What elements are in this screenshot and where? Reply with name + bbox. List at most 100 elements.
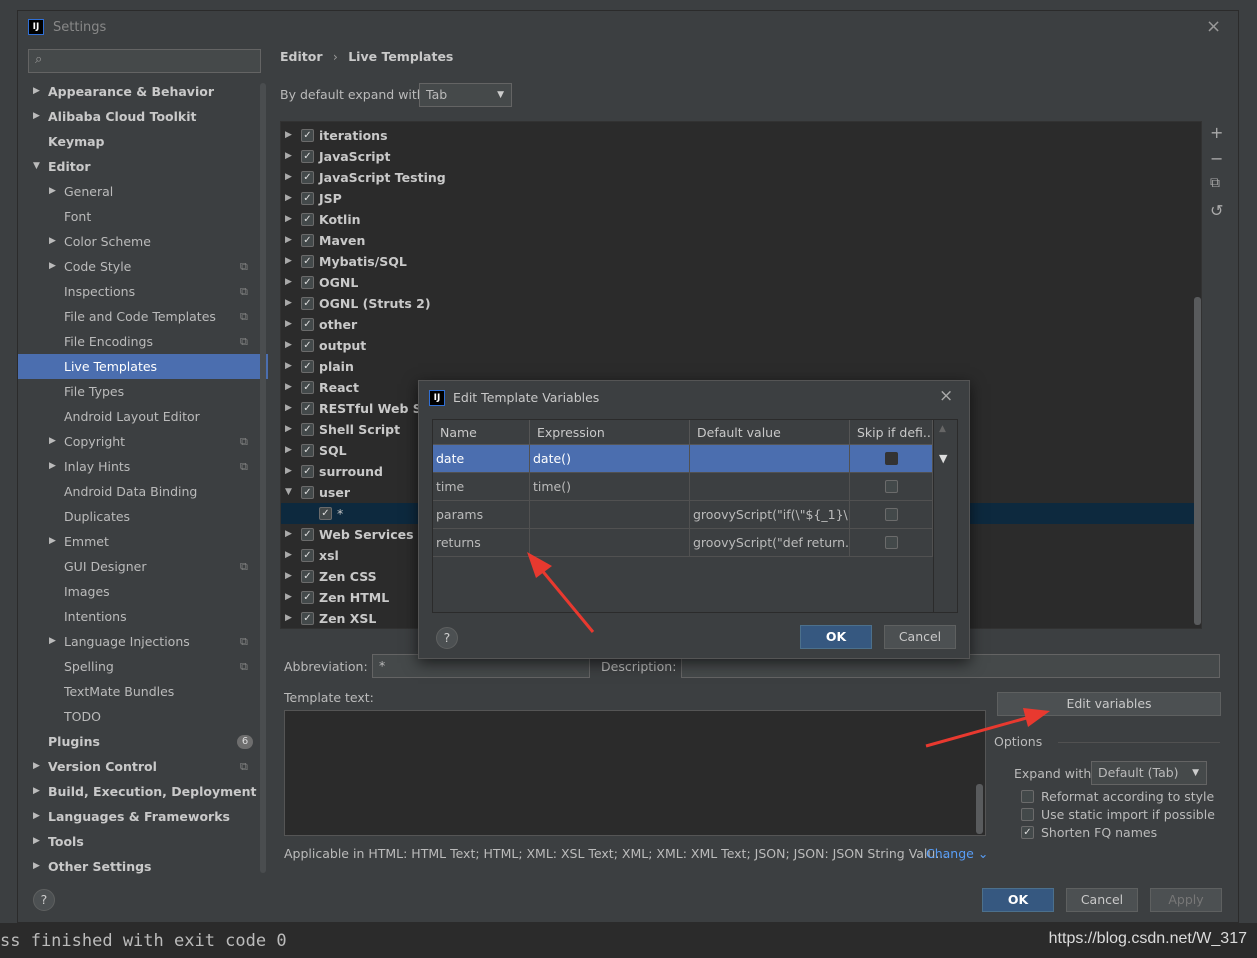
chevron-right-icon[interactable]: ▶ <box>33 829 40 854</box>
group-checkbox[interactable]: ✓ <box>301 234 314 247</box>
group-checkbox[interactable]: ✓ <box>301 486 314 499</box>
group-checkbox[interactable]: ✓ <box>301 549 314 562</box>
chevron-right-icon[interactable]: ▶ <box>285 272 292 293</box>
group-checkbox[interactable]: ✓ <box>319 507 332 520</box>
sidebar-item-version-control[interactable]: ▶ Version Control ⧉ <box>18 754 268 779</box>
skip-if-defined-checkbox[interactable] <box>885 508 898 521</box>
template-group[interactable]: ▶ ✓ iterations <box>281 125 1201 146</box>
chevron-right-icon[interactable]: ▶ <box>33 804 40 829</box>
group-checkbox[interactable]: ✓ <box>301 444 314 457</box>
chevron-right-icon[interactable]: ▶ <box>33 754 40 779</box>
sidebar-item-appearance-behavior[interactable]: ▶ Appearance & Behavior <box>18 79 268 104</box>
cell-name[interactable]: params <box>433 501 530 529</box>
add-icon[interactable]: + <box>1210 123 1223 142</box>
sidebar-item-color-scheme[interactable]: ▶ Color Scheme <box>18 229 268 254</box>
cell-expression[interactable] <box>530 529 690 557</box>
restore-icon[interactable]: ↺ <box>1210 201 1223 220</box>
static-import-checkbox[interactable] <box>1021 808 1034 821</box>
group-checkbox[interactable]: ✓ <box>301 570 314 583</box>
expand-default-select[interactable]: Tab ▼ <box>419 83 512 107</box>
group-checkbox[interactable]: ✓ <box>301 129 314 142</box>
sidebar-item-font[interactable]: Font <box>18 204 268 229</box>
group-checkbox[interactable]: ✓ <box>301 423 314 436</box>
chevron-right-icon[interactable]: ▶ <box>285 524 292 545</box>
change-contexts-link[interactable]: Change ⌄ <box>926 846 988 861</box>
sidebar-item-textmate-bundles[interactable]: TextMate Bundles <box>18 679 268 704</box>
chevron-right-icon[interactable]: ▶ <box>285 440 292 461</box>
chevron-right-icon[interactable]: ▶ <box>285 146 292 167</box>
expand-with-select[interactable]: Default (Tab) ▼ <box>1091 761 1207 785</box>
chevron-right-icon[interactable]: ▶ <box>285 188 292 209</box>
dialog-ok-button[interactable]: OK <box>800 625 872 649</box>
settings-search-input[interactable]: ⌕ <box>28 49 261 73</box>
sidebar-item-emmet[interactable]: ▶ Emmet <box>18 529 268 554</box>
sidebar-scrollbar[interactable] <box>260 83 266 873</box>
template-text-area[interactable] <box>284 710 986 836</box>
chevron-down-icon[interactable]: ▼ <box>285 482 292 503</box>
sidebar-item-spelling[interactable]: Spelling ⧉ <box>18 654 268 679</box>
sidebar-item-code-style[interactable]: ▶ Code Style ⧉ <box>18 254 268 279</box>
ok-button[interactable]: OK <box>982 888 1054 912</box>
chevron-right-icon[interactable]: ▶ <box>285 545 292 566</box>
help-button[interactable]: ? <box>33 889 55 911</box>
cell-name[interactable]: time <box>433 473 530 501</box>
chevron-right-icon[interactable]: ▶ <box>49 429 56 454</box>
group-checkbox[interactable]: ✓ <box>301 150 314 163</box>
sidebar-item-gui-designer[interactable]: GUI Designer ⧉ <box>18 554 268 579</box>
cell-expression[interactable]: date() <box>530 445 690 473</box>
chevron-right-icon[interactable]: ▶ <box>33 104 40 129</box>
group-checkbox[interactable]: ✓ <box>301 465 314 478</box>
chevron-right-icon[interactable]: ▶ <box>285 566 292 587</box>
sidebar-item-images[interactable]: Images <box>18 579 268 604</box>
group-checkbox[interactable]: ✓ <box>301 612 314 625</box>
cell-name[interactable]: returns <box>433 529 530 557</box>
sidebar-item-tools[interactable]: ▶ Tools <box>18 829 268 854</box>
sidebar-item-alibaba-cloud-toolkit[interactable]: ▶ Alibaba Cloud Toolkit <box>18 104 268 129</box>
sidebar-item-file-types[interactable]: File Types <box>18 379 268 404</box>
close-icon[interactable]: × <box>1206 16 1221 37</box>
chevron-right-icon[interactable]: ▶ <box>49 529 56 554</box>
chevron-right-icon[interactable]: ▶ <box>285 608 292 628</box>
sidebar-item-intentions[interactable]: Intentions <box>18 604 268 629</box>
chevron-right-icon[interactable]: ▶ <box>285 230 292 251</box>
sidebar-item-keymap[interactable]: Keymap <box>18 129 268 154</box>
chevron-right-icon[interactable]: ▶ <box>285 419 292 440</box>
template-group[interactable]: ▶ ✓ Mybatis/SQL <box>281 251 1201 272</box>
chevron-down-icon[interactable]: ▼ <box>939 452 947 465</box>
template-group[interactable]: ▶ ✓ Kotlin <box>281 209 1201 230</box>
chevron-right-icon[interactable]: ▶ <box>49 454 56 479</box>
column-header[interactable]: Expression <box>530 420 690 445</box>
group-checkbox[interactable]: ✓ <box>301 339 314 352</box>
skip-if-defined-checkbox[interactable] <box>885 452 898 465</box>
cell-default[interactable] <box>690 473 850 501</box>
group-checkbox[interactable]: ✓ <box>301 276 314 289</box>
chevron-right-icon[interactable]: ▶ <box>285 377 292 398</box>
skip-if-defined-checkbox[interactable] <box>885 480 898 493</box>
template-text-scrollbar[interactable] <box>976 784 983 834</box>
sidebar-item-todo[interactable]: TODO <box>18 704 268 729</box>
sidebar-item-android-data-binding[interactable]: Android Data Binding <box>18 479 268 504</box>
chevron-down-icon[interactable]: ▼ <box>33 154 40 179</box>
sidebar-item-editor[interactable]: ▼ Editor <box>18 154 268 179</box>
table-scrollbar[interactable] <box>933 420 957 612</box>
sidebar-item-language-injections[interactable]: ▶ Language Injections ⧉ <box>18 629 268 654</box>
group-checkbox[interactable]: ✓ <box>301 255 314 268</box>
sidebar-item-other-settings[interactable]: ▶ Other Settings <box>18 854 268 879</box>
cell-default[interactable]: groovyScript("def return... <box>690 529 850 557</box>
group-checkbox[interactable]: ✓ <box>301 213 314 226</box>
cell-expression[interactable] <box>530 501 690 529</box>
scroll-up-icon[interactable]: ▲ <box>939 424 946 434</box>
chevron-right-icon[interactable]: ▶ <box>285 125 292 146</box>
sidebar-item-copyright[interactable]: ▶ Copyright ⧉ <box>18 429 268 454</box>
group-checkbox[interactable]: ✓ <box>301 318 314 331</box>
column-header[interactable]: Default value <box>690 420 850 445</box>
column-header[interactable]: Name <box>433 420 530 445</box>
chevron-right-icon[interactable]: ▶ <box>49 179 56 204</box>
template-group[interactable]: ▶ ✓ other <box>281 314 1201 335</box>
sidebar-item-inlay-hints[interactable]: ▶ Inlay Hints ⧉ <box>18 454 268 479</box>
shorten-fq-checkbox[interactable]: ✓ <box>1021 826 1034 839</box>
remove-icon[interactable]: − <box>1210 149 1223 168</box>
template-group[interactable]: ▶ ✓ OGNL <box>281 272 1201 293</box>
template-group[interactable]: ▶ ✓ JSP <box>281 188 1201 209</box>
copy-icon[interactable]: ⧉ <box>1210 175 1220 191</box>
